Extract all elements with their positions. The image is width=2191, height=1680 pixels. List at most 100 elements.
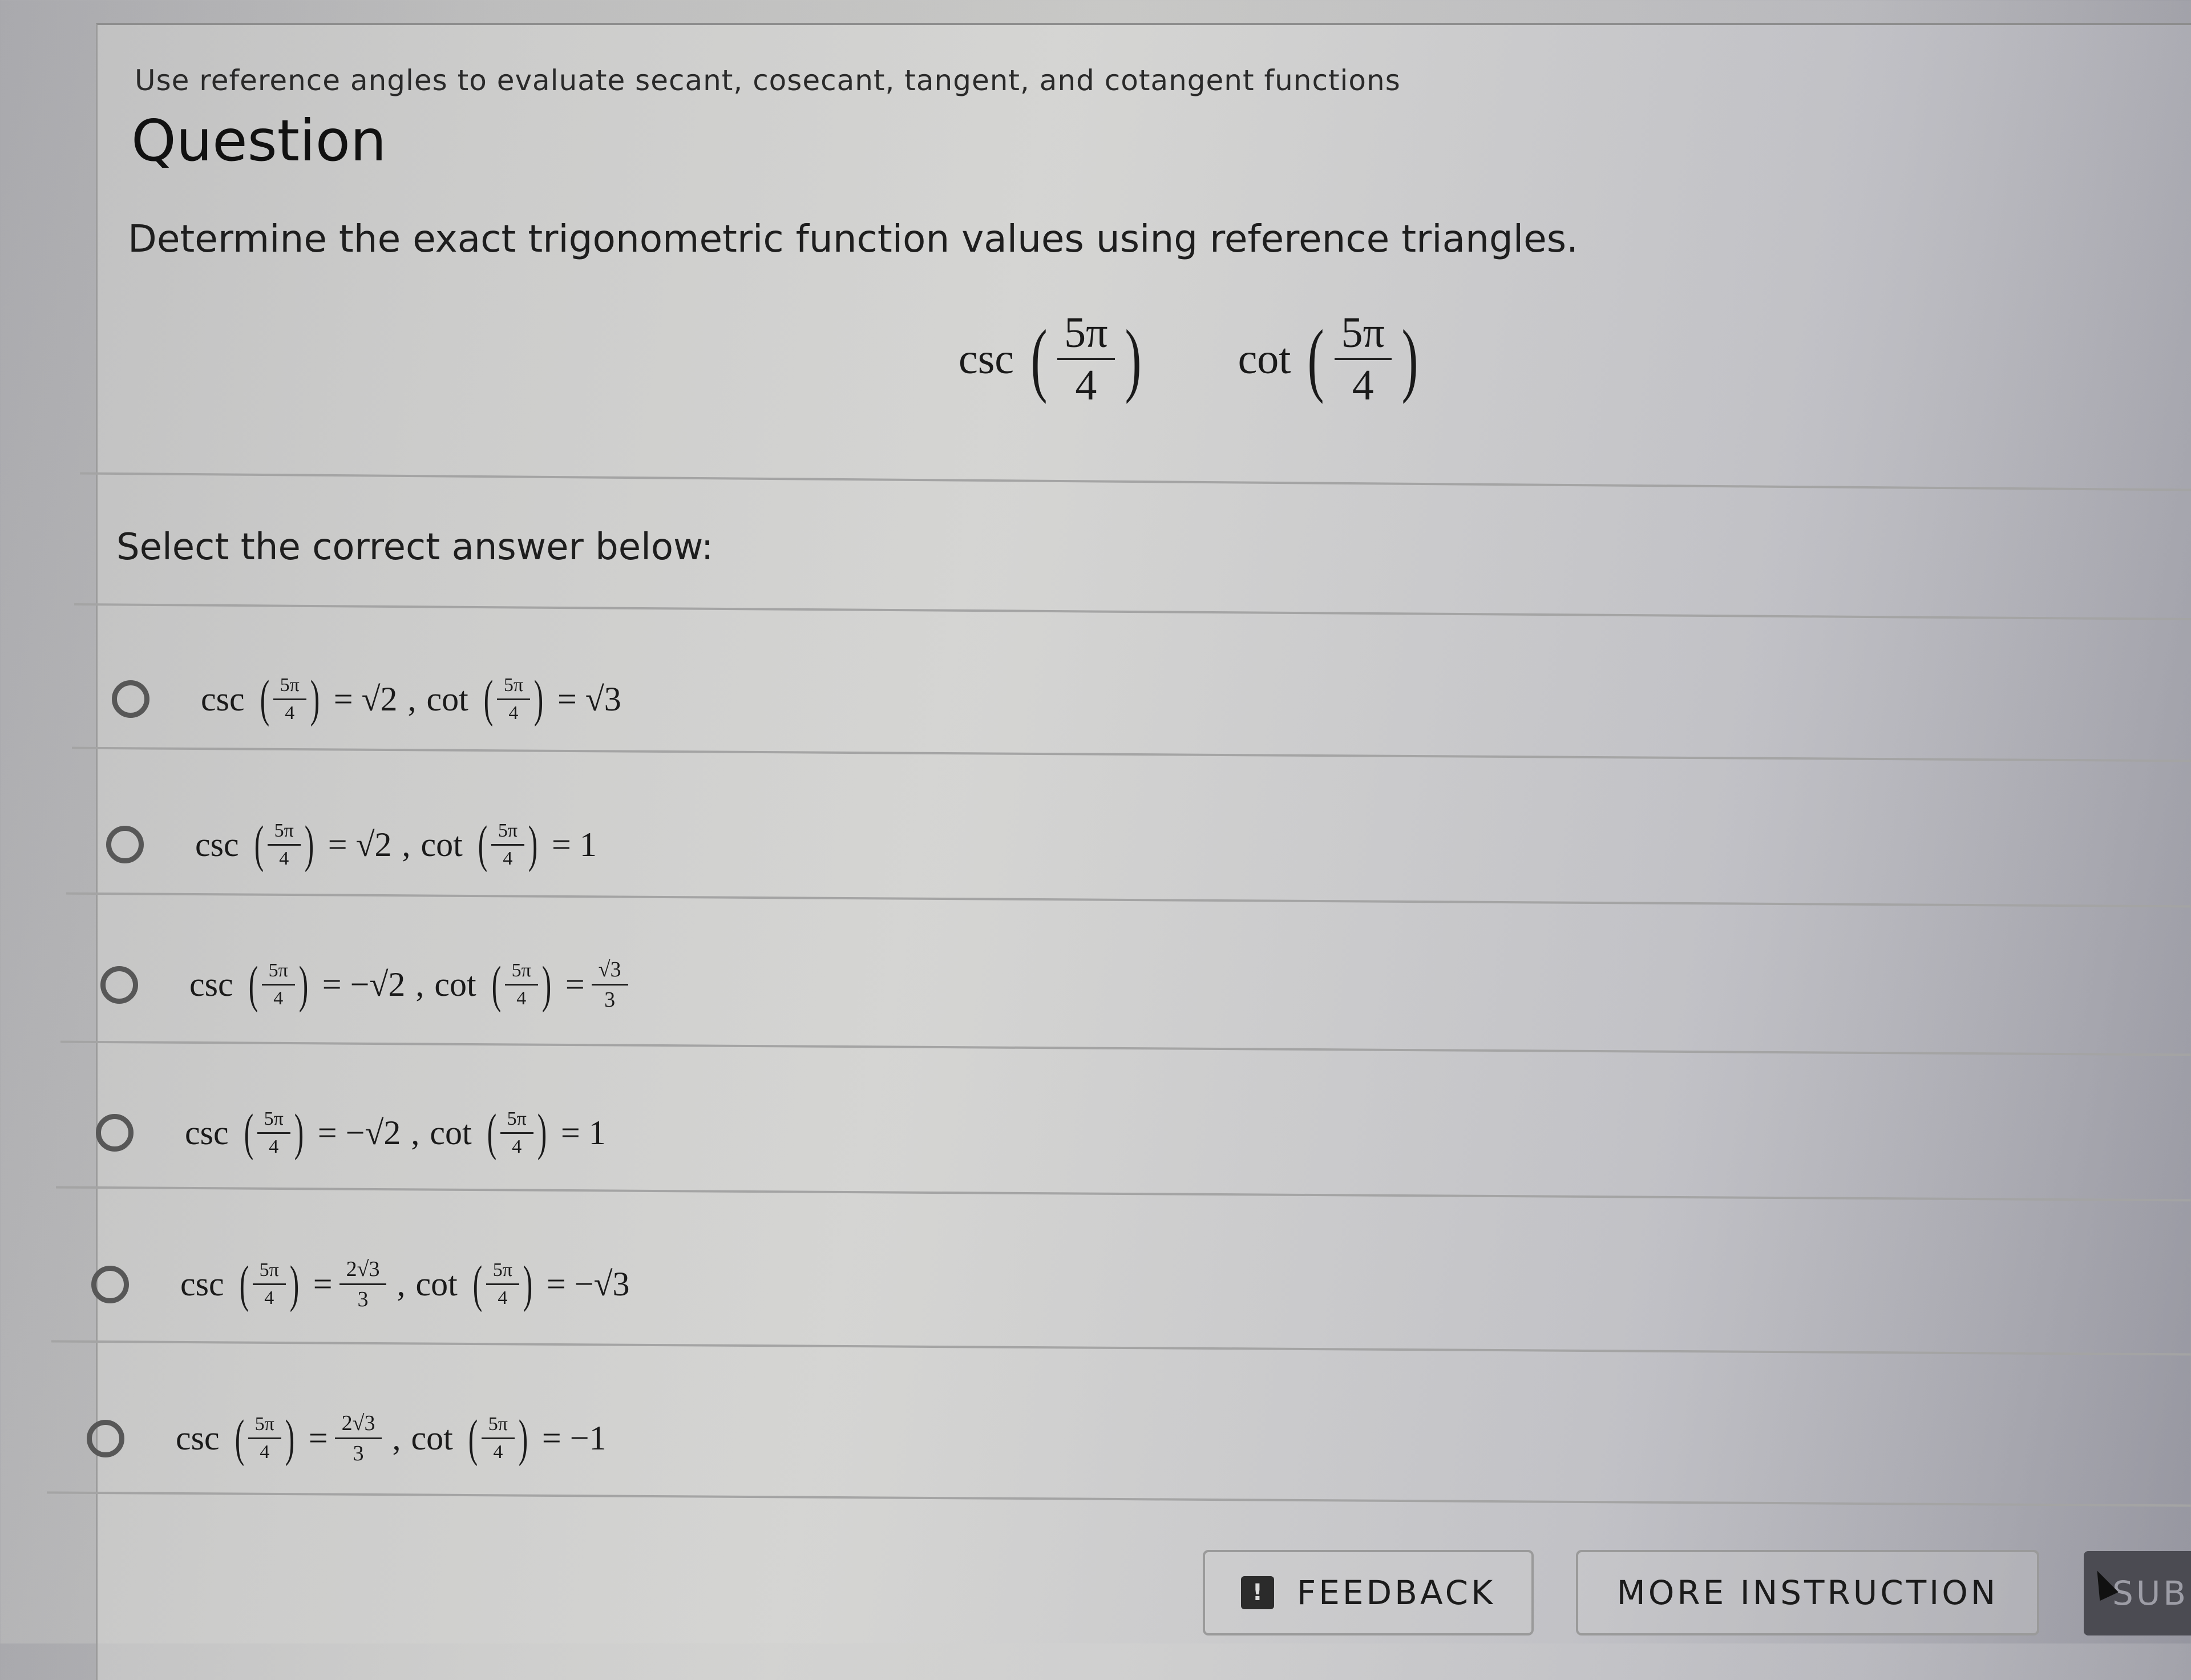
option-text: csc(5π 4) = −√2, cot(5π 4) = √3 3 <box>189 959 628 1011</box>
comma: , <box>402 825 411 863</box>
numerator: 5π <box>1064 309 1108 357</box>
left-paren: ( <box>239 1255 249 1312</box>
answer-option[interactable]: csc(5π 4) = √2, cot(5π 4) = 1 <box>106 819 597 870</box>
denominator: 4 <box>257 1132 290 1157</box>
function-name: csc <box>201 680 245 718</box>
numerator: 2√3 <box>341 1411 375 1435</box>
fraction: 5π 4 <box>1057 309 1115 407</box>
csc-value: = <box>313 1265 333 1303</box>
feedback-icon: ! <box>1240 1576 1274 1609</box>
radio-button[interactable] <box>96 1114 134 1152</box>
denominator: 4 <box>261 984 295 1008</box>
option-text: csc(5π 4) = √2, cot(5π 4) = 1 <box>195 819 597 870</box>
expression-csc: csc ( 5π 4 ) <box>959 311 1147 407</box>
right-paren: ) <box>541 956 552 1013</box>
csc-value: = √2 <box>333 680 398 718</box>
fraction: 5π 4 <box>267 819 301 869</box>
feedback-button[interactable]: ! FEEDBACK <box>1203 1550 1534 1635</box>
radio-button[interactable] <box>91 1265 129 1303</box>
option-text: csc(5π 4) = −√2, cot(5π 4) = 1 <box>185 1107 606 1158</box>
left-paren: ( <box>491 956 501 1013</box>
right-paren: ) <box>528 816 538 873</box>
denominator: 4 <box>273 698 306 723</box>
denominator: 4 <box>252 1283 286 1308</box>
left-paren: ( <box>1308 313 1324 405</box>
function-name: cot <box>434 966 476 1003</box>
right-paren: ) <box>518 1410 528 1467</box>
denominator: 4 <box>504 984 538 1008</box>
fraction: 5π 4 <box>504 960 538 1008</box>
numerator: 5π <box>503 674 524 696</box>
cot-value: = −√3 <box>546 1265 630 1303</box>
denominator: 3 <box>334 1437 382 1464</box>
denominator: 4 <box>496 698 531 723</box>
fraction: 5π 4 <box>257 1108 290 1157</box>
function-name: csc <box>180 1265 224 1303</box>
fraction: 5π 4 <box>273 674 306 723</box>
right-paren: ) <box>523 1255 533 1312</box>
option-text: csc(5π 4) = 2√3 3, cot(5π 4) = −1 <box>176 1412 607 1464</box>
radio-button[interactable] <box>87 1419 124 1457</box>
numerator: 5π <box>280 674 300 696</box>
function-name: csc <box>176 1419 220 1457</box>
denominator: 4 <box>248 1437 281 1462</box>
csc-value: = −√2 <box>317 1113 401 1152</box>
right-paren: ) <box>294 1104 304 1161</box>
fraction: 5π 4 <box>248 1414 281 1462</box>
function-name: csc <box>185 1113 229 1152</box>
left-paren: ( <box>260 671 269 727</box>
answer-option[interactable]: csc(5π 4) = −√2, cot(5π 4) = 1 <box>96 1107 606 1158</box>
function-name: csc <box>189 966 233 1003</box>
denominator: 4 <box>500 1132 533 1157</box>
answer-option[interactable]: csc(5π 4) = −√2, cot(5π 4) = √3 3 <box>100 959 628 1011</box>
answer-option[interactable]: csc(5π 4) = 2√3 3, cot(5π 4) = −√3 <box>91 1258 630 1310</box>
radio-button[interactable] <box>100 966 138 1004</box>
numerator: √3 <box>598 958 621 982</box>
denominator: 3 <box>339 1283 387 1310</box>
left-paren: ( <box>254 816 264 873</box>
csc-value: = <box>308 1419 328 1457</box>
numerator: 5π <box>264 1108 284 1129</box>
csc-value: = −√2 <box>322 966 406 1003</box>
cot-value: = 1 <box>552 825 597 863</box>
numerator: 5π <box>511 960 531 981</box>
numerator: 5π <box>1341 309 1385 357</box>
topic-subtitle: Use reference angles to evaluate secant,… <box>135 64 1401 97</box>
left-paren: ( <box>487 1104 496 1161</box>
denominator: 4 <box>267 843 301 869</box>
answer-option[interactable]: csc(5π 4) = 2√3 3, cot(5π 4) = −1 <box>87 1412 607 1464</box>
left-paren: ( <box>244 1104 253 1161</box>
numerator: 2√3 <box>346 1257 380 1281</box>
numerator: 5π <box>274 819 294 841</box>
fraction: 5π 4 <box>486 1261 519 1308</box>
left-paren: ( <box>248 956 258 1013</box>
function-name: cot <box>415 1265 458 1303</box>
answer-option[interactable]: csc(5π 4) = √2, cot(5π 4) = √3 <box>112 673 621 725</box>
denominator: 4 <box>1057 358 1115 407</box>
right-paren: ) <box>285 1410 295 1467</box>
function-name: cot <box>411 1419 453 1457</box>
fraction: 5π 4 <box>491 821 525 869</box>
right-paren: ) <box>310 671 320 727</box>
function-name: csc <box>195 825 239 863</box>
more-instruction-label: MORE INSTRUCTION <box>1616 1573 1999 1612</box>
radio-button[interactable] <box>106 826 144 863</box>
fraction: 5π 4 <box>496 674 531 723</box>
radio-button[interactable] <box>112 680 149 718</box>
fraction: 5π 4 <box>1334 309 1392 407</box>
numerator: 5π <box>488 1414 508 1435</box>
feedback-label: FEEDBACK <box>1296 1573 1496 1612</box>
more-instruction-button[interactable]: MORE INSTRUCTION <box>1576 1550 2039 1635</box>
select-answer-label: Select the correct answer below: <box>116 526 714 568</box>
csc-value: = √2 <box>328 825 392 863</box>
cot-value-fraction: √3 3 <box>591 958 628 1011</box>
left-paren: ( <box>483 671 494 727</box>
denominator: 4 <box>1334 358 1392 407</box>
numerator: 5π <box>254 1414 274 1435</box>
numerator: 5π <box>259 1259 279 1281</box>
fraction: 5π 4 <box>261 961 295 1008</box>
right-paren: ) <box>298 956 309 1013</box>
function-name: csc <box>959 334 1014 383</box>
left-paren: ( <box>478 816 488 873</box>
cot-value: = <box>565 966 585 1003</box>
